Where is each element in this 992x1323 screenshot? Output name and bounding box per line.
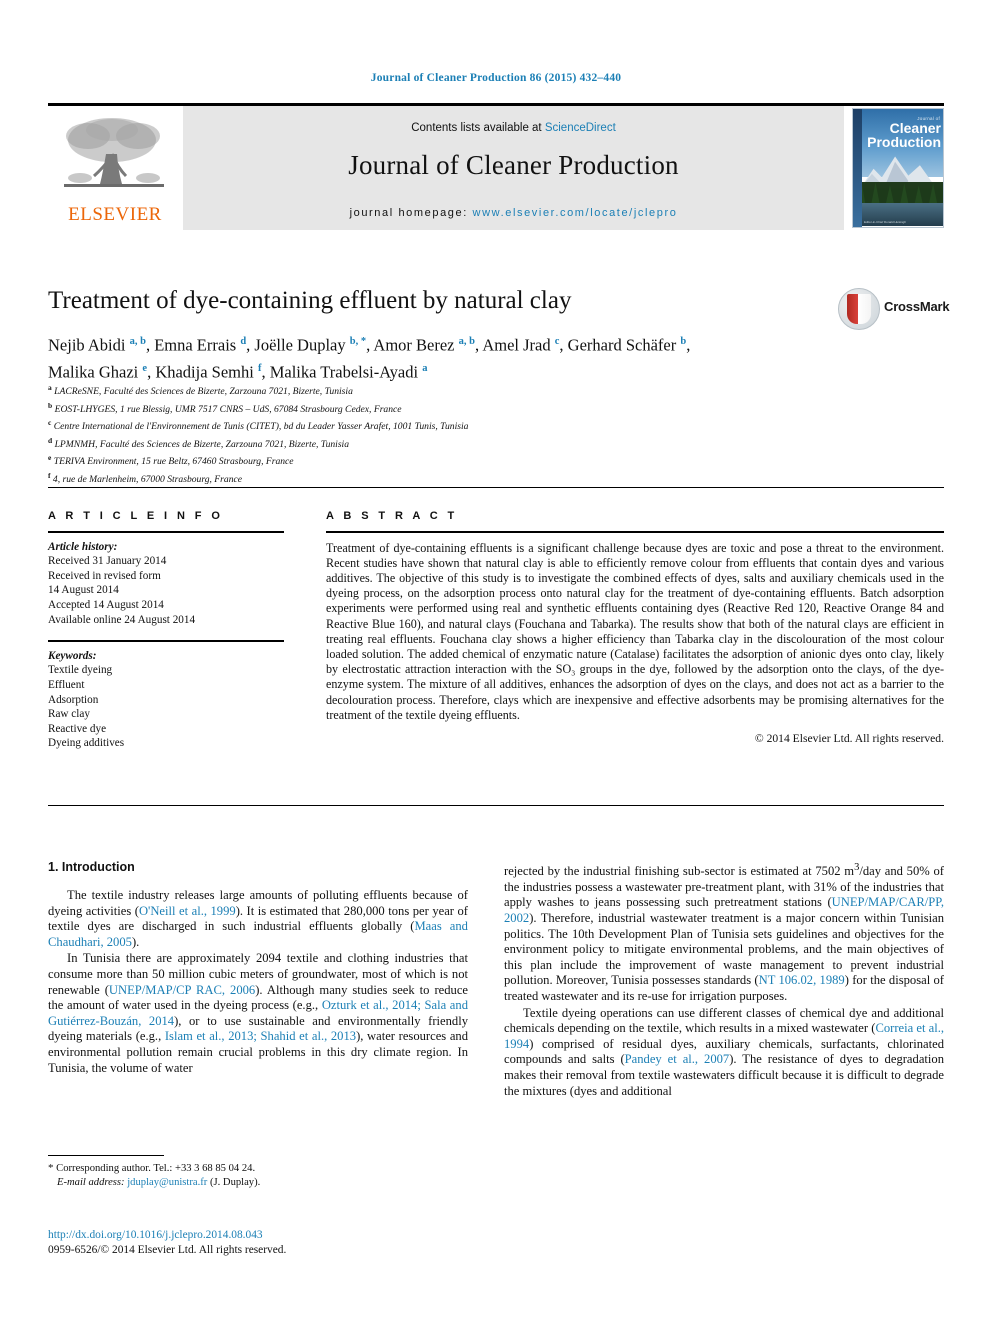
cover-footer: Editor-in-Chief Donald Huisingh	[864, 219, 907, 224]
running-head: Journal of Cleaner Production 86 (2015) …	[370, 72, 622, 84]
abstract-heading: A B S T R A C T	[326, 510, 458, 522]
affiliation-item: c Centre International de l'Environnemen…	[48, 416, 748, 434]
elsevier-wordmark: ELSEVIER	[68, 203, 162, 225]
journal-title: Journal of Cleaner Production	[348, 149, 679, 180]
article-info-heading: A R T I C L E I N F O	[48, 510, 224, 522]
affiliation-text: LACReSNE, Faculté des Sciences de Bizert…	[54, 386, 353, 398]
masthead-center: Contents lists available at ScienceDirec…	[183, 105, 844, 230]
footnote-rule	[48, 1155, 164, 1156]
keyword-item: Raw clay	[48, 708, 90, 721]
body-column-left: 1. Introduction The textile industry rel…	[48, 860, 468, 1077]
paragraph: rejected by the industrial finishing sub…	[504, 862, 944, 1003]
keywords-block: Keywords: Textile dyeing Effluent Adsorp…	[48, 649, 284, 751]
affiliation-item: f 4, rue de Marlenheim, 67000 Strasbourg…	[48, 469, 748, 487]
history-item: Accepted 14 August 2014	[48, 598, 164, 611]
abstract-column: A B S T R A C T Treatment of dye-contain…	[326, 510, 944, 745]
affiliation-mark: d	[48, 435, 53, 445]
cover-image: Journal of Cleaner Production Editor-in-…	[852, 107, 944, 228]
email-suffix: (J. Duplay).	[209, 1176, 261, 1188]
info-top-rule	[48, 487, 944, 488]
corresponding-author-line: * Corresponding author. Tel.: +33 3 68 8…	[48, 1162, 256, 1174]
history-item: Available online 24 August 2014	[48, 613, 196, 626]
contents-prefix: Contents lists available at	[411, 121, 545, 134]
cover-treeline-icon	[853, 181, 943, 206]
email-link[interactable]: jduplay@unistra.fr	[127, 1177, 207, 1188]
contents-line: Contents lists available at ScienceDirec…	[183, 122, 844, 134]
doi-link[interactable]: http://dx.doi.org/10.1016/j.jclepro.2014…	[48, 1229, 263, 1241]
affiliation-text: LPMNMH, Faculté des Sciences de Bizerte,…	[54, 438, 350, 450]
email-label: E-mail address:	[57, 1176, 125, 1188]
affiliation-item: d LPMNMH, Faculté des Sciences de Bizert…	[48, 434, 748, 452]
email-line: E-mail address: jduplay@unistra.fr (J. D…	[48, 1176, 468, 1190]
journal-cover-thumbnail[interactable]: Journal of Cleaner Production Editor-in-…	[852, 105, 944, 230]
article-page: Journal of Cleaner Production 86 (2015) …	[0, 0, 992, 1323]
affiliation-text: Centre International de l'Environnement …	[53, 421, 469, 433]
affiliation-mark: f	[48, 470, 51, 480]
homepage-url-link[interactable]: www.elsevier.com/locate/jclepro	[473, 207, 678, 219]
abstract-rule	[326, 531, 944, 533]
author-list: Nejib Abidi a, b, Emna Errais d, Joëlle …	[48, 335, 691, 382]
history-item: Received 31 January 2014	[48, 555, 167, 568]
keywords-rule	[48, 640, 284, 642]
info-bottom-rule	[48, 805, 944, 806]
article-history-block: Article history: Received 31 January 201…	[48, 540, 284, 628]
affiliation-mark: c	[48, 418, 52, 428]
paragraph: Textile dyeing operations can use differ…	[504, 1005, 945, 1098]
abstract-copyright: © 2014 Elsevier Ltd. All rights reserved…	[754, 732, 944, 746]
page-title: Treatment of dye-containing effluent by …	[48, 287, 572, 314]
body-column-right: rejected by the industrial finishing sub…	[504, 860, 944, 1100]
affiliation-item: a LACReSNE, Faculté des Sciences de Bize…	[48, 381, 748, 399]
crossmark-label: CrossMark	[884, 299, 950, 314]
keywords-label: Keywords:	[48, 649, 97, 662]
affiliation-item: b EOST-LHYGES, 1 rue Blessig, UMR 7517 C…	[48, 399, 748, 417]
keyword-item: Adsorption	[48, 693, 99, 706]
elsevier-logo: ELSEVIER	[48, 105, 183, 230]
affiliation-mark: e	[48, 453, 52, 463]
article-history-label: Article history:	[48, 540, 118, 553]
affiliation-mark: b	[48, 400, 53, 410]
crossmark-circle-icon	[838, 288, 880, 330]
affiliation-item: e TERIVA Environment, 15 rue Beltz, 6746…	[48, 451, 748, 469]
keyword-item: Dyeing additives	[48, 737, 125, 750]
section-heading-introduction: 1. Introduction	[48, 860, 135, 874]
keyword-item: Textile dyeing	[48, 664, 113, 677]
crossmark-badge[interactable]: CrossMark	[838, 288, 950, 330]
journal-masthead: ELSEVIER Contents lists available at Sci…	[48, 103, 944, 230]
affiliation-mark: a	[48, 383, 52, 392]
issn-copyright-line: 0959-6526/© 2014 Elsevier Ltd. All right…	[48, 1244, 287, 1256]
affiliation-list: a LACReSNE, Faculté des Sciences de Bize…	[48, 381, 748, 487]
article-info-column: A R T I C L E I N F O Article history: R…	[48, 510, 284, 751]
corresponding-author-footnote: * Corresponding author. Tel.: +33 3 68 8…	[48, 1162, 468, 1189]
elsevier-tree-icon	[64, 117, 164, 187]
affiliation-text: TERIVA Environment, 15 rue Beltz, 67460 …	[53, 456, 294, 468]
title-block: Treatment of dye-containing effluent by …	[48, 286, 878, 383]
sciencedirect-link[interactable]: ScienceDirect	[545, 122, 616, 134]
journal-homepage-line: journal homepage: www.elsevier.com/locat…	[183, 207, 844, 219]
paragraph: The textile industry releases large amou…	[48, 888, 468, 949]
history-item: 14 August 2014	[48, 584, 119, 597]
crossmark-book-icon	[847, 294, 871, 324]
cover-title-line2: Production	[867, 133, 941, 150]
keyword-item: Reactive dye	[48, 722, 107, 735]
homepage-prefix: journal homepage:	[349, 206, 473, 219]
affiliation-text: 4, rue de Marlenheim, 67000 Strasbourg, …	[52, 474, 243, 486]
affiliation-text: EOST-LHYGES, 1 rue Blessig, UMR 7517 CNR…	[54, 403, 402, 415]
cover-title: Cleaner Production	[859, 121, 941, 149]
doi-block: http://dx.doi.org/10.1016/j.jclepro.2014…	[48, 1228, 568, 1258]
paragraph: In Tunisia there are approximately 2094 …	[48, 951, 468, 1075]
cover-title-line1: Cleaner	[889, 119, 941, 136]
keyword-item: Effluent	[48, 678, 85, 691]
abstract-text: Treatment of dye-containing effluents is…	[326, 540, 944, 722]
article-info-rule	[48, 531, 284, 533]
history-item: Received in revised form	[48, 569, 161, 582]
